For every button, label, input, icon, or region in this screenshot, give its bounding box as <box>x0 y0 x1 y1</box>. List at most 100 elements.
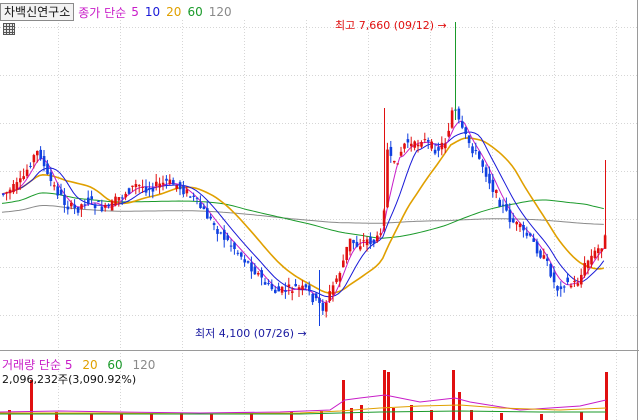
candle-body <box>29 165 32 167</box>
high-price-annotation: 최고 7,660 (09/12) → <box>335 17 447 33</box>
candle-body <box>219 232 223 234</box>
candle-body <box>481 160 484 167</box>
price-legend: 차백신연구소 종가 단순 5 10 20 60 120 <box>0 3 238 21</box>
candle-body <box>512 218 515 223</box>
candle-body <box>260 270 263 278</box>
candle-body <box>70 202 73 207</box>
stock-name[interactable]: 차백신연구소 <box>0 3 75 21</box>
candle-body <box>274 289 277 293</box>
candle-body <box>100 206 104 212</box>
candle-body <box>206 208 209 219</box>
candle-body <box>209 216 212 219</box>
low-price-annotation: 최저 4,100 (07/26) → <box>195 325 307 341</box>
volume-ma-5: 5 <box>64 358 73 372</box>
candle-body <box>250 262 253 272</box>
candle-body <box>515 222 518 225</box>
candle-body <box>59 189 63 195</box>
candle-body <box>87 197 90 204</box>
candle-body <box>573 280 576 282</box>
candle-body <box>284 290 287 292</box>
candle-body <box>501 204 505 206</box>
price-ma-10: 10 <box>144 5 161 19</box>
candle-body <box>563 286 566 288</box>
candle-body <box>600 248 603 252</box>
candle-body <box>359 246 362 250</box>
candle-body <box>151 187 155 192</box>
candle-body <box>46 163 49 175</box>
candle-body <box>342 260 345 268</box>
candle-body <box>66 206 70 210</box>
candle-body <box>461 121 464 128</box>
candle-body <box>444 143 447 149</box>
candle-body <box>308 285 311 292</box>
price-ma-label: 종가 단순 <box>78 5 127 20</box>
stock-chart-window: 차백신연구소 종가 단순 5 10 20 60 120 최고 7,660 (09… <box>0 0 639 420</box>
candle-body <box>280 286 284 293</box>
candle-body <box>42 156 46 167</box>
candle-body <box>355 241 359 247</box>
candle-body <box>416 144 420 147</box>
candle-body <box>202 206 206 210</box>
candle-body <box>423 139 427 141</box>
candle-body <box>22 176 25 180</box>
candle-body <box>107 205 110 207</box>
candle-body <box>223 229 226 240</box>
candle-body <box>148 187 151 190</box>
candle-body <box>141 186 144 188</box>
candle-body <box>182 185 185 195</box>
high-price-label: 최고 7,660 (09/12) <box>335 19 435 32</box>
candle-body <box>257 273 260 275</box>
candle-body <box>110 200 114 211</box>
volume-detail: 2,096,232주(3,090.92%) <box>2 373 137 386</box>
candle-body <box>335 278 338 283</box>
candle-body <box>566 277 569 283</box>
candle-body <box>314 293 318 299</box>
volume-ma-label: 거래량 단순 <box>2 358 62 372</box>
candle-body <box>246 261 250 263</box>
candle-body <box>379 233 382 235</box>
candle-body <box>117 197 121 201</box>
candle-body <box>508 209 512 223</box>
candle-body <box>56 186 59 196</box>
volume-bar <box>90 414 93 420</box>
candle-body <box>464 127 467 134</box>
candle-body <box>586 260 590 269</box>
candle-body <box>447 130 450 137</box>
candle-body <box>399 151 403 156</box>
candle-body <box>297 287 301 290</box>
candle-body <box>474 149 478 151</box>
calculator-icon[interactable] <box>3 23 15 35</box>
candle-body <box>420 142 423 147</box>
candle-body <box>352 239 355 244</box>
volume-bar <box>458 392 461 420</box>
candle-body <box>556 286 559 291</box>
volume-ma-20: 20 <box>82 358 98 372</box>
candle-body <box>178 182 182 190</box>
candle-body <box>32 155 36 163</box>
candle-body <box>253 266 257 275</box>
candle-body <box>63 194 66 205</box>
candle-body <box>410 143 413 147</box>
candle-body <box>590 255 593 265</box>
candle-body <box>161 182 165 185</box>
candle-body <box>376 235 379 242</box>
candle-body <box>124 193 127 198</box>
arrow-right-icon: → <box>297 327 307 340</box>
candle-body <box>552 272 556 283</box>
candle-body <box>267 283 270 285</box>
price-ma-60: 60 <box>187 5 203 19</box>
candle-body <box>189 196 192 198</box>
candle-body <box>236 252 240 254</box>
candle-body <box>73 204 76 209</box>
candle-body <box>8 189 12 194</box>
candle-body <box>240 252 243 257</box>
candle-body <box>440 142 444 150</box>
volume-bar <box>580 412 583 420</box>
candle-body <box>396 163 399 165</box>
candle-body <box>19 178 22 183</box>
candle-body <box>328 291 331 301</box>
candle-body <box>229 245 233 247</box>
candle-body <box>542 255 546 259</box>
candle-body <box>546 258 549 261</box>
candle-body <box>287 284 291 287</box>
